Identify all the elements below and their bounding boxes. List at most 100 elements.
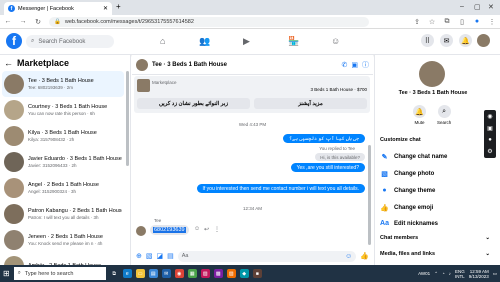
conversation-list-item[interactable]: Tee · 3 Beds 1 Bath House Tee: 6802193639… xyxy=(2,71,124,97)
emoji-icon[interactable]: ☺ xyxy=(345,253,352,260)
account-avatar[interactable] xyxy=(477,34,490,47)
edit-nicknames-option[interactable]: Aa Edit nicknames xyxy=(380,219,438,228)
forward-icon[interactable]: → xyxy=(19,18,27,25)
plus-icon[interactable]: ⊕ xyxy=(136,252,142,260)
image-icon[interactable]: ▧ xyxy=(146,252,153,260)
bookmark-icon[interactable]: ☆ xyxy=(428,18,436,26)
sender-avatar[interactable] xyxy=(136,226,146,236)
record-icon[interactable]: ● xyxy=(488,137,492,143)
screenshot-icon[interactable]: ▣ xyxy=(487,125,493,132)
video-call-icon[interactable]: ▣ xyxy=(351,61,358,69)
menu-icon[interactable]: ⋮ xyxy=(488,18,496,26)
conversation-list-item[interactable]: Angel · 2 Beds 1 Bath House Angel: 315290… xyxy=(2,175,124,201)
search-icon: ⌕ xyxy=(17,270,21,276)
profile-icon[interactable]: ● xyxy=(473,18,481,25)
chrome-icon[interactable]: ◉ xyxy=(174,269,184,278)
gif-icon[interactable]: ▤ xyxy=(167,252,174,260)
conversation-list-item[interactable]: Kilya · 3 Beds 1 Bath House Kilya: 315790… xyxy=(2,123,124,149)
mute-button[interactable]: 🔔 Mute xyxy=(413,105,426,125)
friends-icon[interactable]: 👥 xyxy=(199,36,210,47)
change-photo-option[interactable]: ▧ Change photo xyxy=(380,169,434,178)
phone-icon[interactable]: ✆ xyxy=(342,61,348,69)
change-chat-name-option[interactable]: ✎ Change chat name xyxy=(380,152,448,161)
facebook-search-input[interactable]: ⌕ Search Facebook xyxy=(26,35,114,48)
chat-scrollbar[interactable] xyxy=(368,145,371,245)
maximize-window-button[interactable]: ▢ xyxy=(474,3,481,11)
react-icon[interactable]: ☺ xyxy=(194,226,200,232)
app-icon[interactable]: ◆ xyxy=(239,269,249,278)
conversation-text: Courtney · 3 Beds 1 Bath House You can no… xyxy=(28,104,107,116)
like-icon[interactable]: 👍 xyxy=(360,252,369,260)
app-icon[interactable]: ▩ xyxy=(213,269,223,278)
app-icon[interactable]: ▧ xyxy=(200,269,210,278)
minimize-window-button[interactable]: – xyxy=(460,3,464,10)
incoming-message-bubble[interactable]: 6802193639 xyxy=(150,225,189,235)
wifi-icon[interactable]: ◔ xyxy=(442,271,445,276)
media-files-section[interactable]: Media, files and links ⌄ xyxy=(380,251,490,257)
contact-avatar[interactable] xyxy=(419,61,445,87)
more-options-button[interactable]: مزید آپشنز xyxy=(254,98,367,109)
settings-icon[interactable]: ⚙ xyxy=(487,148,492,155)
language-indicator[interactable]: ENG INTL xyxy=(455,269,465,279)
message-bubble[interactable]: Yes ,are you still interested? xyxy=(290,163,365,172)
gaming-icon[interactable]: ☺ xyxy=(331,36,340,46)
notification-center-icon[interactable]: ▭ xyxy=(493,271,497,277)
camera-icon[interactable]: ◉ xyxy=(487,113,492,120)
marketplace-icon[interactable]: 🏪 xyxy=(288,36,299,47)
conversation-list-item[interactable]: Ámbër · 2 Beds 1 Bath House xyxy=(2,253,124,265)
sticker-icon[interactable]: ◪ xyxy=(157,252,164,260)
weather-text[interactable]: AW01 xyxy=(418,271,430,276)
message-input[interactable]: Aa ☺ xyxy=(177,250,357,262)
notifications-icon[interactable]: 🔔 xyxy=(459,34,472,47)
new-tab-button[interactable]: + xyxy=(116,2,121,11)
back-arrow-icon[interactable]: ← xyxy=(4,58,13,68)
reload-icon[interactable]: ↻ xyxy=(34,18,42,26)
home-icon[interactable]: ⌂ xyxy=(160,36,165,46)
video-icon[interactable]: ▶ xyxy=(243,36,250,47)
listing-thumb[interactable] xyxy=(137,79,150,92)
chat-title[interactable]: Tee · 3 Beds 1 Bath House xyxy=(152,62,338,68)
app-icon[interactable]: ■ xyxy=(252,269,262,278)
customize-chat-section[interactable]: Customize chat ⌃ xyxy=(380,137,490,143)
facebook-logo-icon[interactable]: f xyxy=(6,33,22,49)
conversation-list-item[interactable]: Courtney · 3 Beds 1 Bath House You can no… xyxy=(2,97,124,123)
volume-icon[interactable]: ♪ xyxy=(449,271,451,276)
taskbar-search-input[interactable]: ⌕ Type here to search xyxy=(13,267,106,280)
store-icon[interactable]: ▤ xyxy=(148,269,158,278)
conversation-list-item[interactable]: Jeneen · 2 Beds 1 Bath House You: Knock s… xyxy=(2,227,124,253)
task-view-icon[interactable]: ⧉ xyxy=(110,269,119,278)
share-icon[interactable]: ⇪ xyxy=(413,18,421,26)
info-icon[interactable]: ⓘ xyxy=(362,60,369,70)
clock[interactable]: 12:59 AM 9/13/2023 xyxy=(469,269,489,279)
mark-as-pending-button[interactable]: زبر النوائے بطور نشان زد کریں xyxy=(137,98,250,109)
close-window-button[interactable]: ✕ xyxy=(488,3,494,11)
tray-chevron-icon[interactable]: ⌃ xyxy=(434,271,438,277)
windows-start-icon[interactable]: ⊞ xyxy=(3,269,10,278)
conversation-list-item[interactable]: Patron Kabangu · 2 Beds 1 Bath House Patr… xyxy=(2,201,124,227)
search-button[interactable]: ⌕ Search xyxy=(437,105,451,125)
chat-members-section[interactable]: Chat members ⌄ xyxy=(380,235,490,241)
taskbar-search-placeholder: Type here to search xyxy=(24,270,74,277)
message-bubble[interactable]: جی ہاں کیا آپ کو دلچسپی ہے؟ xyxy=(283,134,365,143)
menu-grid-icon[interactable]: ⠿ xyxy=(421,34,434,47)
reply-icon[interactable]: ↩ xyxy=(204,226,209,233)
back-icon[interactable]: ← xyxy=(4,18,12,25)
message-bubble[interactable]: If you interested then send me contact n… xyxy=(196,184,365,193)
messenger-icon[interactable]: ✉ xyxy=(440,34,453,47)
extensions-icon[interactable]: ⧉ xyxy=(443,18,451,26)
change-theme-option[interactable]: ● Change theme xyxy=(380,186,435,195)
sidepanel-icon[interactable]: ▯ xyxy=(458,18,466,26)
more-icon[interactable]: ⋮ xyxy=(214,226,220,233)
file-explorer-icon[interactable]: ▭ xyxy=(135,269,145,278)
mail-icon[interactable]: ✉ xyxy=(161,269,171,278)
app-icon[interactable]: ▨ xyxy=(226,269,236,278)
url-field[interactable]: 🔒 web.facebook.com/messages/t/2965317555… xyxy=(49,16,369,27)
close-tab-icon[interactable]: ✕ xyxy=(103,5,108,12)
sidebar-scrollbar[interactable] xyxy=(126,71,129,166)
conversation-list-item[interactable]: Javier Eduardo · 3 Beds 1 Bath House Javi… xyxy=(2,149,124,175)
edge-icon[interactable]: e xyxy=(122,269,132,278)
browser-tab[interactable]: f Messenger | Facebook ✕ xyxy=(4,2,112,15)
chat-avatar[interactable] xyxy=(136,58,148,71)
app-icon[interactable]: ▦ xyxy=(187,269,197,278)
change-emoji-option[interactable]: 👍 Change emoji xyxy=(380,203,433,212)
